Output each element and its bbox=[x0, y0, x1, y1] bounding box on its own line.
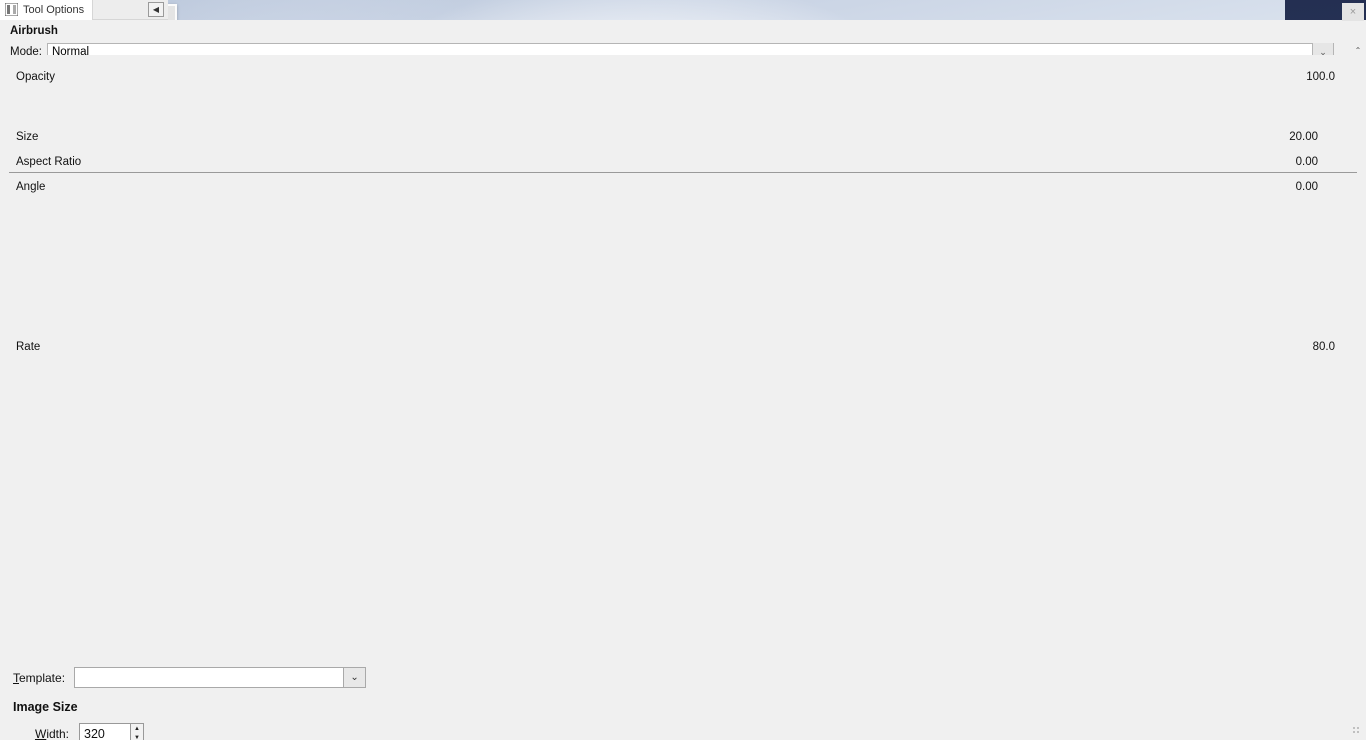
resize-grip[interactable] bbox=[1352, 726, 1362, 736]
template-select[interactable]: ⌄ bbox=[74, 667, 367, 688]
tool-options-tabbar: Tool Options ◀ bbox=[0, 0, 168, 20]
aspect-ratio-value: 0.00 bbox=[1295, 155, 1318, 168]
dock-close-button[interactable]: × bbox=[1342, 3, 1364, 21]
gimp-main-window: GNU Image Manipulation Program − □ ✕ Fil… bbox=[0, 55, 1365, 739]
template-label: Template: bbox=[13, 670, 66, 685]
width-input[interactable]: 320 bbox=[79, 723, 131, 740]
aspect-ratio-label: Aspect Ratio bbox=[16, 155, 82, 168]
image-size-section-title: Image Size bbox=[13, 700, 78, 714]
opacity-label: Opacity bbox=[16, 70, 55, 83]
tool-options-tab-label: Tool Options bbox=[23, 3, 85, 16]
empty-canvas-area[interactable] bbox=[1, 55, 1365, 739]
active-tool-name: Airbrush bbox=[10, 25, 58, 37]
angle-label: Angle bbox=[16, 180, 46, 193]
width-label: Width: bbox=[34, 726, 69, 740]
rate-value: 80.0 bbox=[1312, 340, 1335, 353]
template-value bbox=[75, 668, 79, 682]
width-value: 320 bbox=[84, 726, 105, 740]
angle-value: 0.00 bbox=[1295, 180, 1318, 193]
chevron-down-icon[interactable]: ⌄ bbox=[343, 667, 367, 688]
size-value: 20.00 bbox=[1289, 130, 1318, 143]
canvas-separator bbox=[9, 172, 1357, 173]
tool-options-menu-button[interactable]: ◀ bbox=[148, 2, 164, 17]
tool-options-icon bbox=[5, 3, 18, 16]
template-row: Template: ⌄ bbox=[13, 667, 367, 688]
size-label: Size bbox=[16, 130, 39, 143]
width-row: Width: 320 ▲ ▼ bbox=[13, 723, 367, 740]
dialog-body: Template: ⌄ Image Size Width: 320 ▲▼ Hei… bbox=[1, 654, 379, 740]
opacity-value: 100.0 bbox=[1306, 70, 1335, 83]
width-stepper[interactable]: ▲ ▼ bbox=[131, 723, 144, 740]
tab-tool-options[interactable]: Tool Options bbox=[0, 0, 94, 20]
rate-label: Rate bbox=[16, 340, 41, 353]
